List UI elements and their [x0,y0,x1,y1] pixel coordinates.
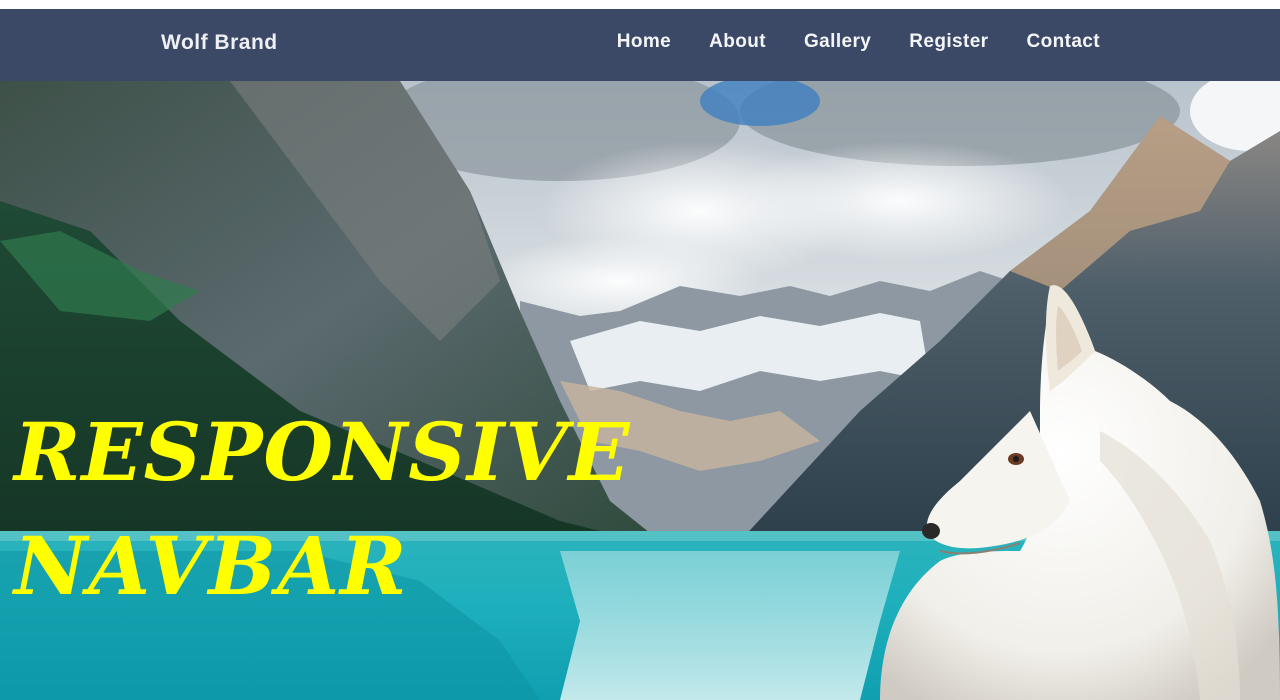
nav-link-contact[interactable]: Contact [1026,31,1100,53]
hero-headline-line2: NAVBAR [14,519,408,613]
page: Wolf Brand Home About Gallery Register C… [0,0,1280,700]
hero-banner: RESPONSIVE NAVBAR [0,81,1280,700]
nav-link-register[interactable]: Register [909,31,988,53]
hero-headline-line1: RESPONSIVE [14,405,631,499]
nav-link-home[interactable]: Home [617,31,671,53]
nav-links: Home About Gallery Register Contact [617,31,1100,53]
navbar: Wolf Brand Home About Gallery Register C… [0,9,1280,81]
brand-logo[interactable]: Wolf Brand [161,31,278,55]
nav-link-about[interactable]: About [709,31,766,53]
nav-link-gallery[interactable]: Gallery [804,31,871,53]
hero-headline: RESPONSIVE NAVBAR [14,395,630,623]
